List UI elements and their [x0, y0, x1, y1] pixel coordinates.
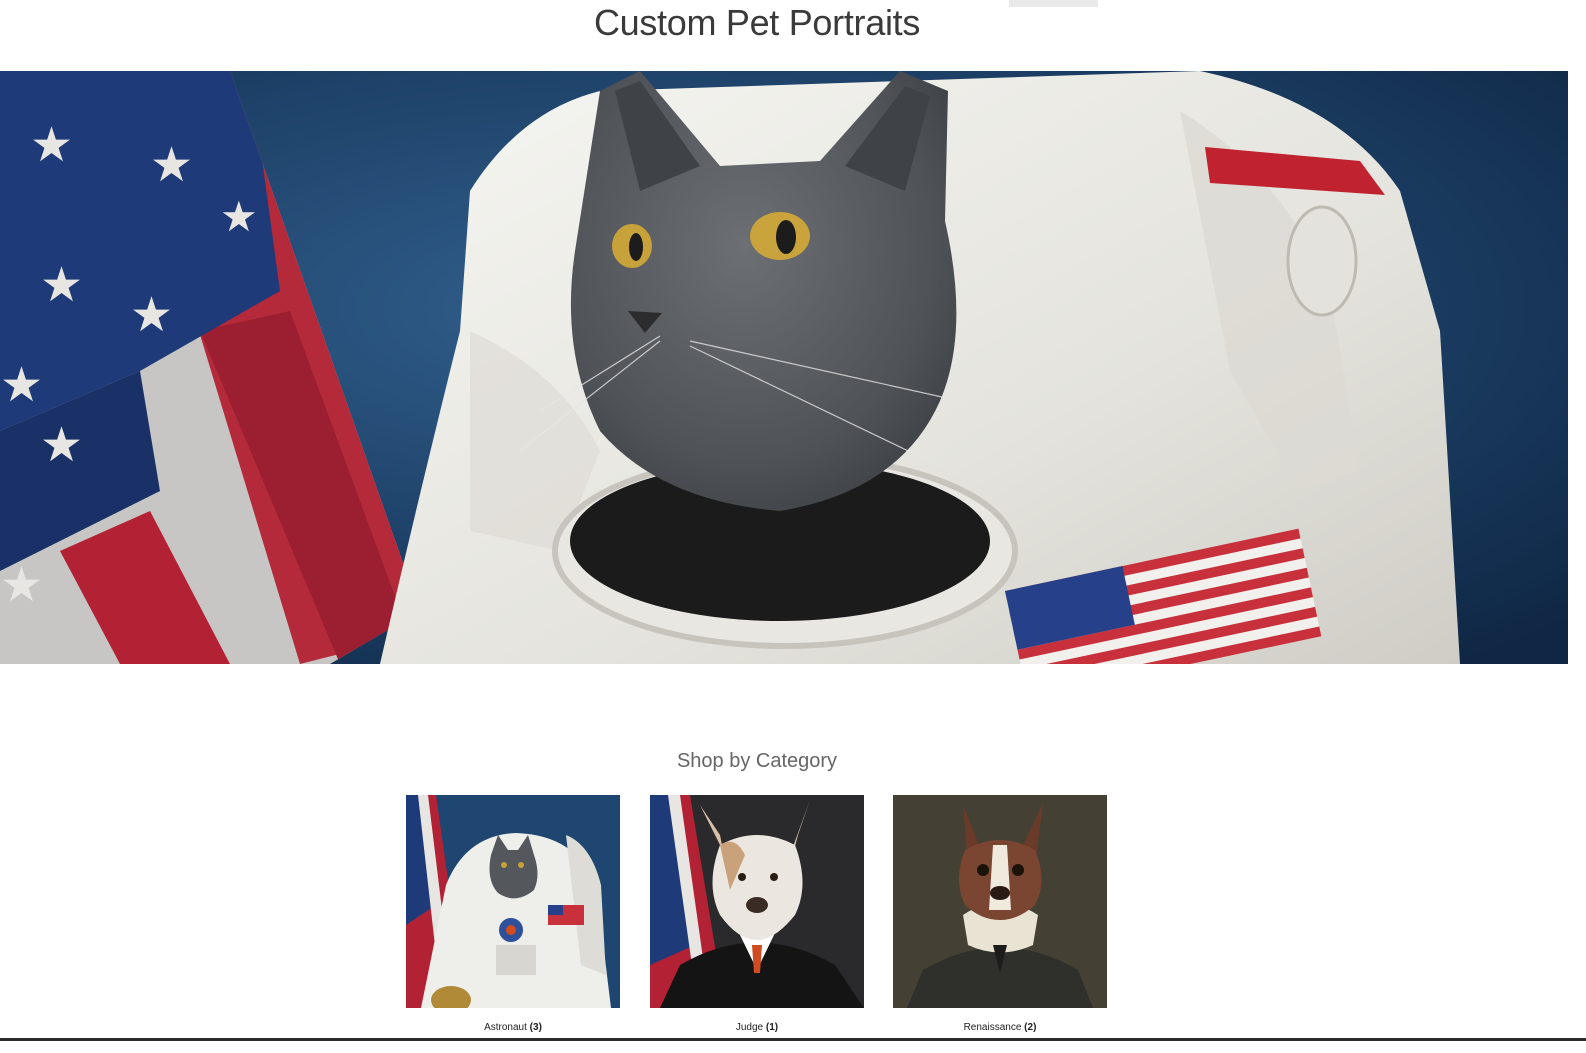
category-thumbnail-judge[interactable] [650, 795, 864, 1008]
category-count: (1) [765, 1022, 779, 1033]
category-caption-judge[interactable]: Judge (1) [650, 1022, 864, 1034]
section-title-shop-by-category: Shop by Category [676, 750, 838, 772]
category-card-judge[interactable]: Judge (1) [650, 795, 864, 1034]
svg-text:★: ★ [0, 557, 43, 613]
svg-text:★: ★ [30, 117, 73, 173]
site-title[interactable]: Custom Pet Portraits [0, 0, 1514, 46]
svg-text:★: ★ [40, 417, 83, 473]
dog-renaissance-thumbnail [893, 795, 1107, 1008]
svg-text:★: ★ [130, 287, 173, 343]
category-name: Judge [735, 1022, 764, 1033]
category-thumbnail-astronaut[interactable] [406, 795, 620, 1008]
category-caption-astronaut[interactable]: Astronaut (3) [406, 1022, 620, 1034]
hero-banner: ★ ★ ★ ★ ★ ★ ★ ★ [0, 71, 1568, 664]
cat-astronaut-thumbnail [406, 795, 620, 1008]
category-count: (2) [1024, 1022, 1037, 1033]
category-card-astronaut[interactable]: Astronaut (3) [406, 795, 620, 1034]
category-card-renaissance[interactable]: Renaissance (2) [893, 795, 1107, 1034]
category-caption-renaissance[interactable]: Renaissance (2) [893, 1022, 1107, 1034]
category-name: Renaissance [963, 1022, 1022, 1033]
category-name: Astronaut [484, 1022, 527, 1033]
top-nav-tab[interactable] [1009, 0, 1098, 7]
svg-text:★: ★ [0, 357, 43, 413]
svg-text:★: ★ [220, 192, 258, 241]
category-count: (3) [529, 1022, 542, 1033]
bottom-divider [0, 1038, 1586, 1041]
svg-text:★: ★ [150, 137, 193, 193]
svg-text:★: ★ [40, 257, 83, 313]
hero-image-cat-astronaut: ★ ★ ★ ★ ★ ★ ★ ★ [0, 71, 1568, 664]
dog-judge-thumbnail [650, 795, 864, 1008]
category-thumbnail-renaissance[interactable] [893, 795, 1107, 1008]
